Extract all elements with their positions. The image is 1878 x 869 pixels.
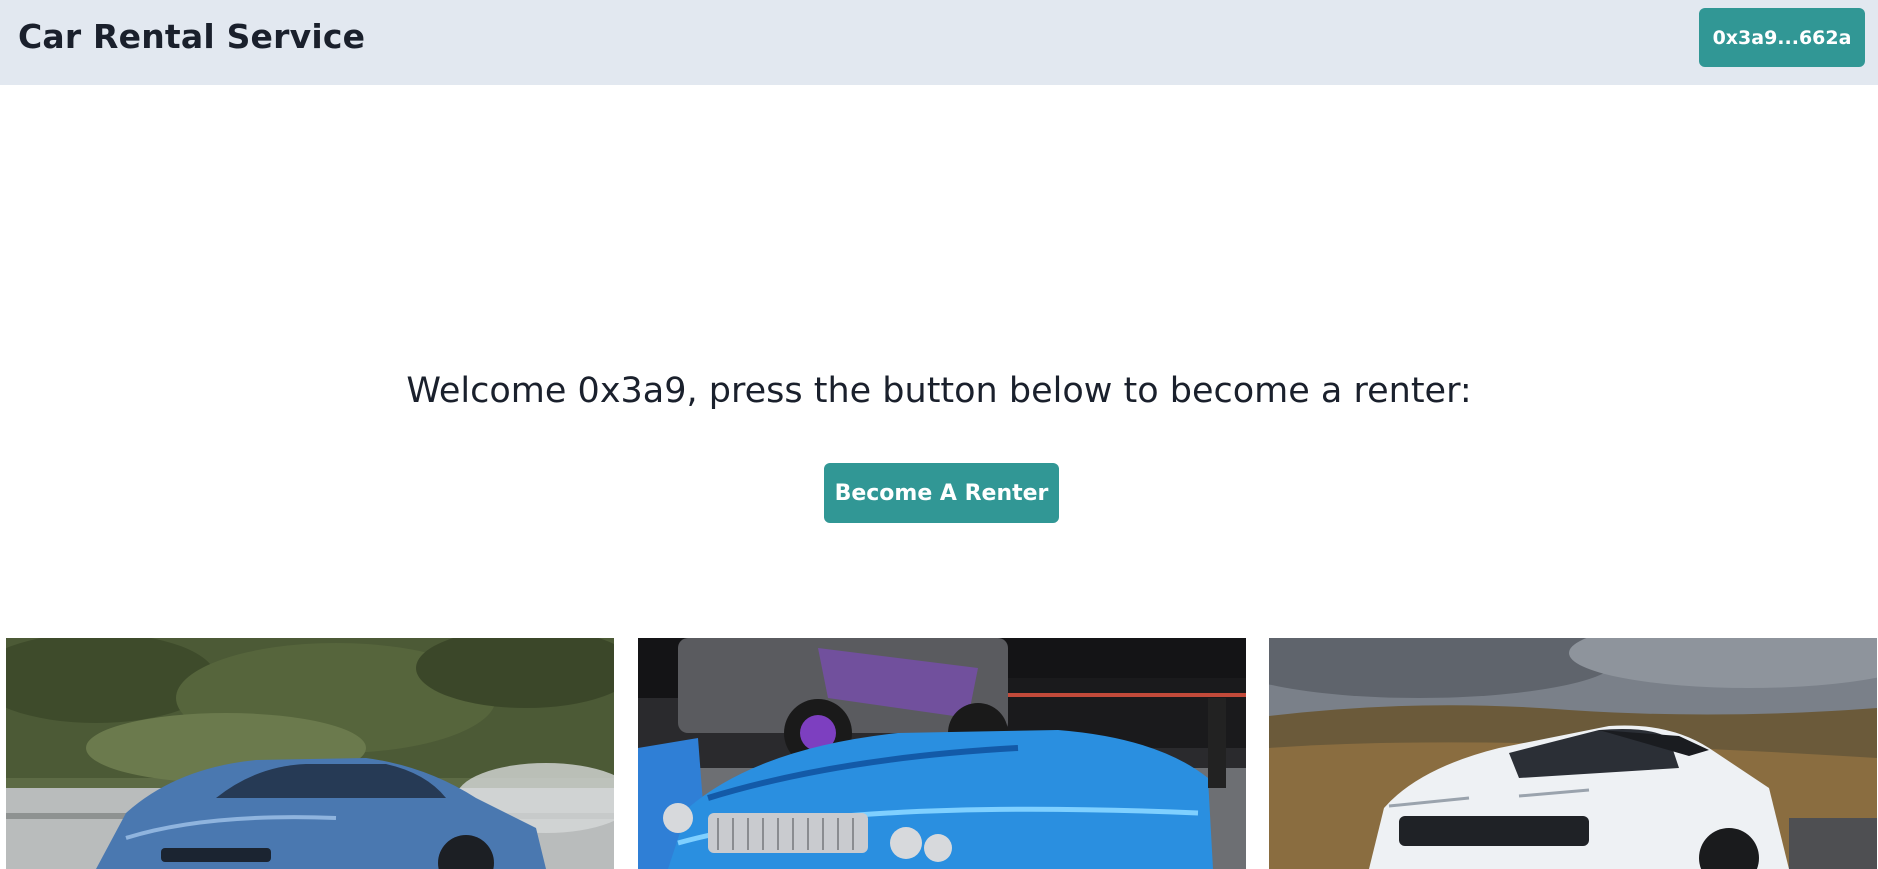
car-gallery [0,638,1878,869]
become-renter-button[interactable]: Become A Renter [824,463,1059,523]
welcome-message: Welcome 0x3a9, press the button below to… [406,371,1472,411]
wallet-address-button[interactable]: 0x3a9...662a [1699,8,1865,67]
top-navbar: Car Rental Service 0x3a9...662a [0,0,1878,85]
site-title: Car Rental Service [18,17,366,56]
blue-lowrider-convertible-photo [638,638,1246,869]
blue-sports-coupe-photo [6,638,614,869]
white-suv-photo [1269,638,1877,869]
